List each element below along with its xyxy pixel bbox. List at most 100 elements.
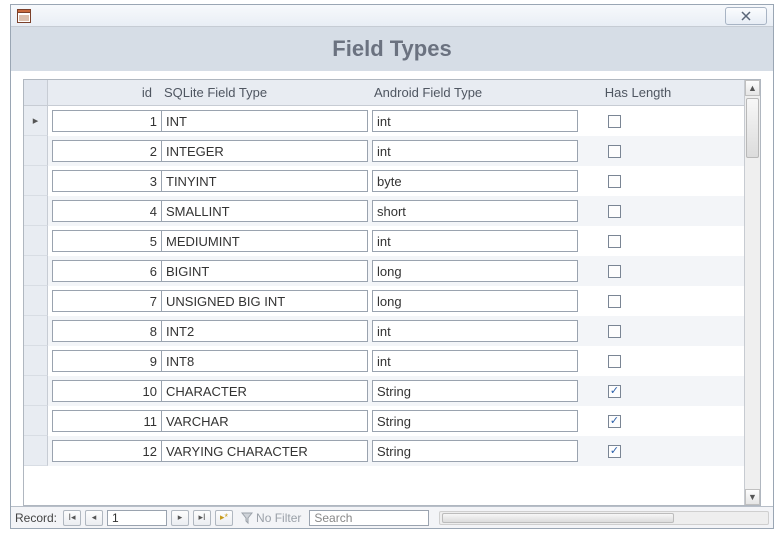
nav-new-record-button[interactable]: ▸* xyxy=(215,510,233,526)
cell-android-type[interactable]: int xyxy=(372,230,578,252)
cell-sqlite-type[interactable]: VARYING CHARACTER xyxy=(162,440,368,462)
cell-id[interactable]: 12 xyxy=(52,440,162,462)
cell-id[interactable]: 1 xyxy=(52,110,162,132)
cell-has-length[interactable] xyxy=(578,325,698,338)
table-row: 2INTEGERint xyxy=(24,136,744,166)
cell-has-length[interactable] xyxy=(578,235,698,248)
cell-android-type[interactable]: byte xyxy=(372,170,578,192)
cell-id[interactable]: 3 xyxy=(52,170,162,192)
form-header: Field Types xyxy=(11,27,773,71)
cell-android-type[interactable]: long xyxy=(372,290,578,312)
cell-has-length[interactable]: ✓ xyxy=(578,445,698,458)
checkbox[interactable] xyxy=(608,295,621,308)
cell-android-type[interactable]: String xyxy=(372,380,578,402)
cell-android-type[interactable]: int xyxy=(372,110,578,132)
table-row: ▸1INTint xyxy=(24,106,744,136)
checkbox[interactable]: ✓ xyxy=(608,385,621,398)
nav-next-button[interactable]: ▸ xyxy=(171,510,189,526)
cell-id[interactable]: 6 xyxy=(52,260,162,282)
close-button[interactable] xyxy=(725,7,767,25)
cell-android-type[interactable]: short xyxy=(372,200,578,222)
cell-has-length[interactable] xyxy=(578,145,698,158)
record-selector[interactable] xyxy=(24,436,48,466)
checkbox[interactable]: ✓ xyxy=(608,415,621,428)
scroll-up-button[interactable]: ▲ xyxy=(745,80,760,96)
cell-id[interactable]: 11 xyxy=(52,410,162,432)
scroll-thumb[interactable] xyxy=(746,98,759,158)
cell-id[interactable]: 10 xyxy=(52,380,162,402)
record-selector[interactable] xyxy=(24,256,48,286)
checkbox[interactable] xyxy=(608,175,621,188)
cell-sqlite-type[interactable]: CHARACTER xyxy=(162,380,368,402)
form-title: Field Types xyxy=(332,36,451,62)
cell-android-type[interactable]: int xyxy=(372,320,578,342)
filter-indicator[interactable]: No Filter xyxy=(241,511,301,525)
cell-sqlite-type[interactable]: INT8 xyxy=(162,350,368,372)
record-selector[interactable] xyxy=(24,376,48,406)
record-selector-header[interactable] xyxy=(24,80,48,105)
cell-sqlite-type[interactable]: INT2 xyxy=(162,320,368,342)
record-selector[interactable] xyxy=(24,166,48,196)
record-number-input[interactable] xyxy=(107,510,167,526)
cell-sqlite-type[interactable]: INT xyxy=(162,110,368,132)
table-row: 5MEDIUMINTint xyxy=(24,226,744,256)
checkbox[interactable] xyxy=(608,235,621,248)
cell-has-length[interactable] xyxy=(578,175,698,188)
vertical-scrollbar[interactable]: ▲ ▼ xyxy=(744,80,760,505)
cell-id[interactable]: 7 xyxy=(52,290,162,312)
record-selector[interactable] xyxy=(24,226,48,256)
cell-sqlite-type[interactable]: SMALLINT xyxy=(162,200,368,222)
record-selector[interactable] xyxy=(24,286,48,316)
checkbox[interactable] xyxy=(608,265,621,278)
cell-sqlite-type[interactable]: UNSIGNED BIG INT xyxy=(162,290,368,312)
cell-id[interactable]: 4 xyxy=(52,200,162,222)
scroll-down-button[interactable]: ▼ xyxy=(745,489,760,505)
cell-android-type[interactable]: long xyxy=(372,260,578,282)
cell-id[interactable]: 9 xyxy=(52,350,162,372)
cell-sqlite-type[interactable]: INTEGER xyxy=(162,140,368,162)
table-row: 7UNSIGNED BIG INTlong xyxy=(24,286,744,316)
checkbox[interactable] xyxy=(608,355,621,368)
cell-has-length[interactable] xyxy=(578,115,698,128)
column-header-sqlite[interactable]: SQLite Field Type xyxy=(158,80,368,105)
form-window: Field Types id SQLite Field Type Android… xyxy=(10,4,774,529)
nav-prev-button[interactable]: ◂ xyxy=(85,510,103,526)
cell-has-length[interactable]: ✓ xyxy=(578,415,698,428)
record-selector[interactable] xyxy=(24,316,48,346)
cell-sqlite-type[interactable]: VARCHAR xyxy=(162,410,368,432)
record-selector[interactable] xyxy=(24,136,48,166)
cell-has-length[interactable] xyxy=(578,265,698,278)
cell-sqlite-type[interactable]: MEDIUMINT xyxy=(162,230,368,252)
nav-first-button[interactable]: I◂ xyxy=(63,510,81,526)
checkbox[interactable] xyxy=(608,205,621,218)
cell-has-length[interactable] xyxy=(578,355,698,368)
cell-id[interactable]: 2 xyxy=(52,140,162,162)
cell-id[interactable]: 8 xyxy=(52,320,162,342)
cell-has-length[interactable] xyxy=(578,295,698,308)
record-selector[interactable]: ▸ xyxy=(24,106,48,136)
cell-sqlite-type[interactable]: TINYINT xyxy=(162,170,368,192)
cell-android-type[interactable]: String xyxy=(372,440,578,462)
record-label: Record: xyxy=(15,511,57,525)
record-selector[interactable] xyxy=(24,196,48,226)
record-selector[interactable] xyxy=(24,346,48,376)
checkbox[interactable] xyxy=(608,325,621,338)
column-header-id[interactable]: id xyxy=(48,80,158,105)
column-header-android[interactable]: Android Field Type xyxy=(368,80,578,105)
cell-sqlite-type[interactable]: BIGINT xyxy=(162,260,368,282)
column-header-haslength[interactable]: Has Length xyxy=(578,80,698,105)
search-input[interactable]: Search xyxy=(309,510,429,526)
cell-android-type[interactable]: int xyxy=(372,140,578,162)
cell-android-type[interactable]: String xyxy=(372,410,578,432)
nav-last-button[interactable]: ▸I xyxy=(193,510,211,526)
cell-has-length[interactable]: ✓ xyxy=(578,385,698,398)
checkbox[interactable]: ✓ xyxy=(608,445,621,458)
cell-android-type[interactable]: int xyxy=(372,350,578,372)
checkbox[interactable] xyxy=(608,115,621,128)
cell-id[interactable]: 5 xyxy=(52,230,162,252)
checkbox[interactable] xyxy=(608,145,621,158)
cell-has-length[interactable] xyxy=(578,205,698,218)
scroll-track[interactable] xyxy=(745,96,760,489)
horizontal-scrollbar[interactable] xyxy=(439,511,769,525)
record-selector[interactable] xyxy=(24,406,48,436)
